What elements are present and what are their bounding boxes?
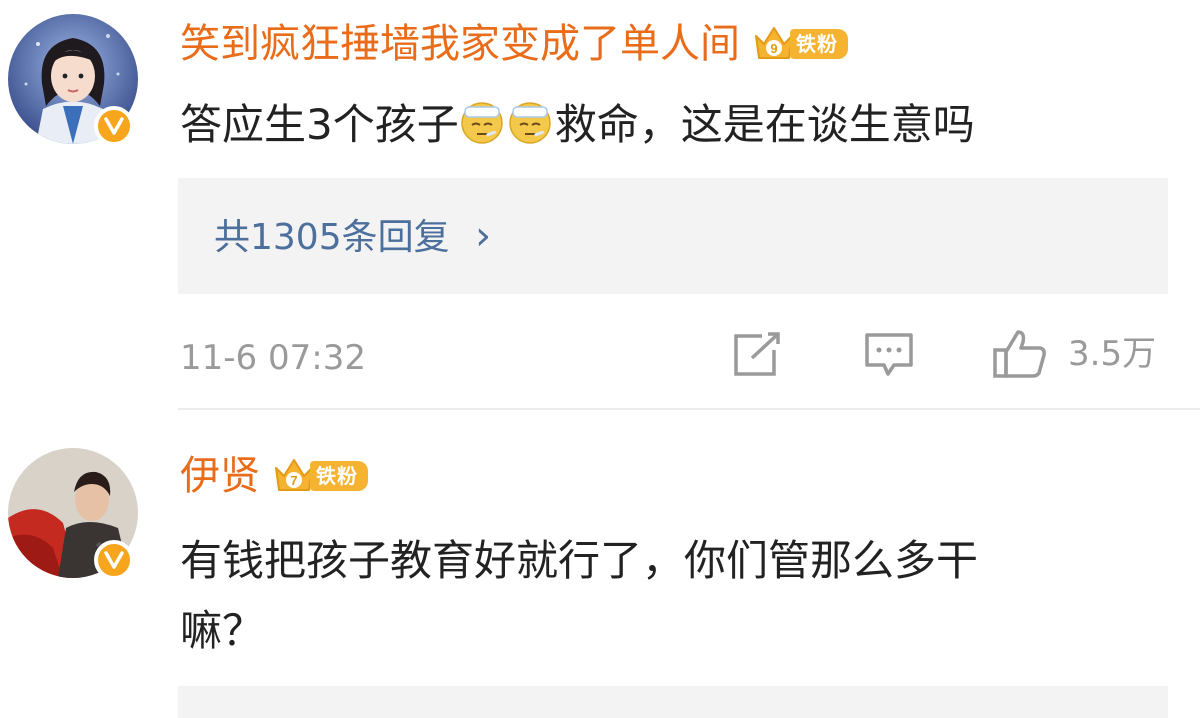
svg-text:9: 9 (770, 41, 777, 56)
comment-icon[interactable] (864, 332, 914, 378)
reply-count: 共1305条回复 (214, 217, 450, 258)
comment-text-line: 有钱把孩子教育好就行了，你们管那么多干 (180, 536, 979, 585)
username[interactable]: 笑到疯狂捶墙我家变成了单人间 (180, 20, 740, 68)
sick-face-icon (507, 96, 553, 144)
comment-header: 笑到疯狂捶墙我家变成了单人间 9 铁粉 (180, 20, 848, 68)
reply-summary-box[interactable]: 共1305条回复 › (178, 178, 1168, 294)
fan-badge-label: 铁粉 (310, 461, 368, 491)
like-count: 3.5万 (1068, 334, 1157, 374)
comment-text-part: 救命，这是在谈生意吗 (554, 100, 975, 149)
thumbs-up-icon (992, 328, 1048, 380)
verified-badge-icon (94, 106, 134, 146)
sick-face-icon (459, 96, 505, 144)
comment-item: 伊贤 7 铁粉 有钱把孩子教育好就行了，你们管那么多干 嘛？ (0, 410, 1200, 718)
comment-text: 答应生3个孩子 救命，这是在谈生意吗 (180, 90, 975, 160)
username[interactable]: 伊贤 (180, 452, 260, 500)
fan-badge[interactable]: 9 铁粉 (752, 22, 848, 66)
comment-text-line: 嘛？ (180, 606, 265, 655)
like-button[interactable]: 3.5万 (992, 328, 1156, 380)
comment-header: 伊贤 7 铁粉 (180, 452, 368, 500)
verified-badge-icon (94, 540, 134, 580)
svg-text:7: 7 (290, 473, 297, 488)
reply-summary-link[interactable]: 共1305条回复 › (214, 214, 491, 260)
fan-badge-label: 铁粉 (790, 29, 848, 59)
chevron-right-icon: › (475, 213, 492, 259)
fan-badge[interactable]: 7 铁粉 (272, 454, 368, 498)
comment-text-part: 答应生3个孩子 (180, 100, 459, 149)
comment-text: 有钱把孩子教育好就行了，你们管那么多干 嘛？ (180, 526, 978, 666)
comment-item: 笑到疯狂捶墙我家变成了单人间 9 铁粉 答应生3个孩子 救命，这是在谈生意吗 共… (0, 0, 1200, 410)
comment-timestamp: 11-6 07:32 (180, 338, 366, 378)
reply-summary-box[interactable] (178, 686, 1168, 718)
share-icon[interactable] (732, 332, 782, 378)
